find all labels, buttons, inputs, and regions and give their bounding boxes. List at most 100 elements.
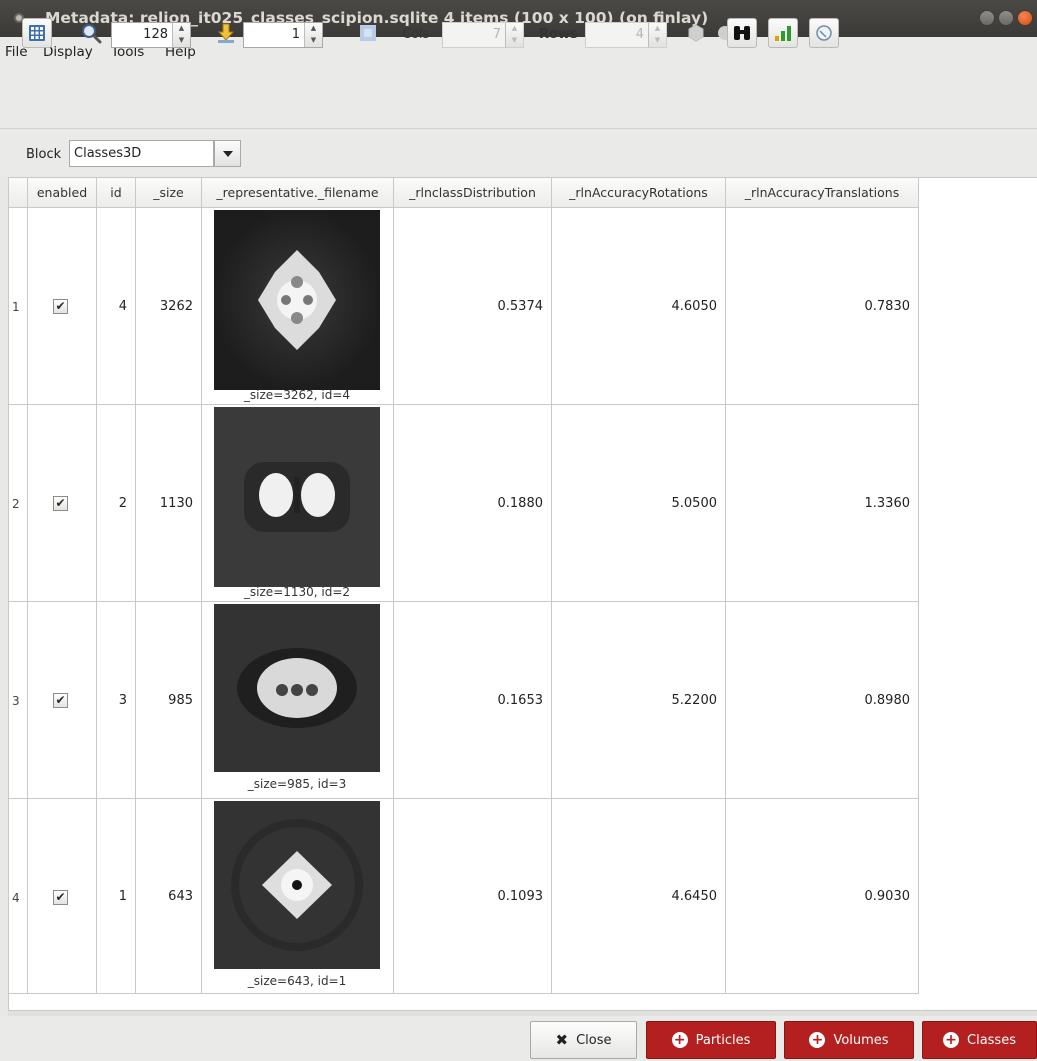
table-cell-enabled: ✔ [28, 799, 97, 994]
row-header: 2 [9, 405, 28, 602]
cols-arrows[interactable]: ▲ ▼ [505, 23, 523, 47]
particles-button[interactable]: + Particles [646, 1021, 776, 1059]
table-cell-accuracy-rotations: 4.6050 [552, 208, 726, 405]
rows-spinner[interactable]: 4 ▲ ▼ [585, 22, 667, 48]
zoom-icon-container [76, 18, 106, 48]
goto-arrows[interactable]: ▲ ▼ [304, 23, 322, 47]
cols-label: Cols [402, 27, 430, 42]
row-header: 1 [9, 208, 28, 405]
table-cell-class-distribution: 0.1653 [394, 602, 552, 799]
enabled-checkbox[interactable]: ✔ [53, 496, 68, 511]
find-button[interactable] [727, 18, 757, 48]
goto-spinner[interactable]: 1 ▲ ▼ [243, 22, 323, 48]
column-header-accuracy-translations[interactable]: _rlnAccuracyTranslations [726, 178, 919, 208]
metadata-table: enabled id _size _representative._filena… [8, 177, 1037, 1010]
cols-value[interactable]: 7 [443, 23, 505, 47]
close-x-icon: ✖ [555, 1031, 569, 1049]
plot-button[interactable] [768, 18, 798, 48]
row-number: 4 [12, 891, 20, 905]
class-image-thumbnail[interactable] [214, 407, 380, 587]
row-number: 1 [12, 300, 20, 314]
table-cell-thumbnail[interactable]: _size=985, id=3 [202, 602, 394, 799]
zoom-spinner[interactable]: 128 ▲ ▼ [111, 22, 191, 48]
settings-button[interactable] [809, 18, 839, 48]
column-header-enabled[interactable]: enabled [28, 178, 97, 208]
3d-view-button[interactable] [681, 18, 711, 48]
bar-chart-icon [775, 26, 791, 41]
rows-label: Rows [539, 27, 578, 42]
cube-icon [688, 24, 704, 42]
enabled-checkbox[interactable]: ✔ [53, 299, 68, 314]
thumbnail-caption: _size=643, id=1 [247, 974, 347, 988]
class-image-thumbnail[interactable] [214, 801, 380, 969]
toolbar [0, 67, 1037, 129]
particles-button-label: Particles [695, 1032, 751, 1048]
table-cell-thumbnail[interactable]: _size=643, id=1 [202, 799, 394, 994]
block-dropdown-button[interactable] [214, 140, 241, 167]
row-number: 3 [12, 694, 20, 708]
table-cell-id: 4 [97, 208, 136, 405]
table-cell-accuracy-rotations: 5.2200 [552, 602, 726, 799]
magnifier-icon [82, 24, 102, 44]
chevron-down-icon [222, 150, 233, 157]
minimize-button[interactable] [979, 10, 995, 26]
class-image-thumbnail[interactable] [214, 604, 380, 772]
classes-button-label: Classes [967, 1032, 1016, 1048]
thumbnail-caption: _size=985, id=3 [247, 777, 347, 791]
table-cell-thumbnail[interactable]: _size=1130, id=2 [202, 405, 394, 602]
cols-spinner[interactable]: 7 ▲ ▼ [442, 22, 524, 48]
rows-arrows[interactable]: ▲ ▼ [648, 23, 666, 47]
goto-arrow-icon [217, 23, 235, 43]
gallery-view-button[interactable] [22, 18, 52, 48]
column-header-class-distribution[interactable]: _rlnclassDistribution [394, 178, 552, 208]
grid-icon [29, 25, 45, 41]
table-cell-size: 1130 [136, 405, 202, 602]
zoom-value[interactable]: 128 [112, 23, 172, 47]
table-cell-id: 3 [97, 602, 136, 799]
column-header-size[interactable]: _size [136, 178, 202, 208]
table-cell-id: 1 [97, 799, 136, 994]
table-cell-thumbnail[interactable]: _size=3262, id=4 [202, 208, 394, 405]
table-cell-class-distribution: 0.5374 [394, 208, 552, 405]
volumes-button[interactable]: + Volumes [784, 1021, 914, 1059]
plus-circle-icon: + [671, 1032, 688, 1048]
maximize-button[interactable] [998, 10, 1014, 26]
plus-circle-icon: + [943, 1032, 959, 1048]
enabled-checkbox[interactable]: ✔ [53, 693, 68, 708]
goto-icon-container [211, 18, 241, 48]
table-cell-enabled: ✔ [28, 208, 97, 405]
columns-icon [360, 25, 376, 41]
adjust-columns-button[interactable] [353, 18, 383, 48]
table-cell-enabled: ✔ [28, 405, 97, 602]
column-header-accuracy-rotations[interactable]: _rlnAccuracyRotations [552, 178, 726, 208]
table-cell-accuracy-translations: 1.3360 [726, 405, 919, 602]
row-header: 3 [9, 602, 28, 799]
close-window-button[interactable] [1017, 10, 1033, 26]
table-cell-size: 985 [136, 602, 202, 799]
plus-circle-icon: + [809, 1032, 826, 1048]
goto-value[interactable]: 1 [244, 23, 304, 47]
thumbnail-caption: _size=3262, id=4 [243, 388, 351, 402]
volumes-button-label: Volumes [833, 1032, 889, 1048]
rows-value[interactable]: 4 [586, 23, 648, 47]
disc-icon [816, 25, 832, 41]
column-header-id[interactable]: id [97, 178, 136, 208]
table-cell-class-distribution: 0.1093 [394, 799, 552, 994]
table-cell-accuracy-translations: 0.8980 [726, 602, 919, 799]
row-number: 2 [12, 497, 20, 511]
close-button-label: Close [576, 1032, 612, 1048]
zoom-arrows[interactable]: ▲ ▼ [172, 23, 190, 47]
table-cell-enabled: ✔ [28, 602, 97, 799]
table-cell-accuracy-translations: 0.9030 [726, 799, 919, 994]
class-image-thumbnail[interactable] [214, 210, 380, 390]
block-select[interactable]: Classes3D [69, 140, 214, 167]
row-header-corner [9, 178, 28, 208]
block-label: Block [26, 147, 62, 162]
table-cell-id: 2 [97, 405, 136, 602]
thumbnail-caption: _size=1130, id=2 [243, 585, 351, 599]
close-button[interactable]: ✖ Close [530, 1021, 637, 1059]
enabled-checkbox[interactable]: ✔ [53, 890, 68, 905]
table-cell-accuracy-translations: 0.7830 [726, 208, 919, 405]
classes-button[interactable]: + Classes [922, 1021, 1037, 1059]
column-header-representative-filename[interactable]: _representative._filename [202, 178, 394, 208]
